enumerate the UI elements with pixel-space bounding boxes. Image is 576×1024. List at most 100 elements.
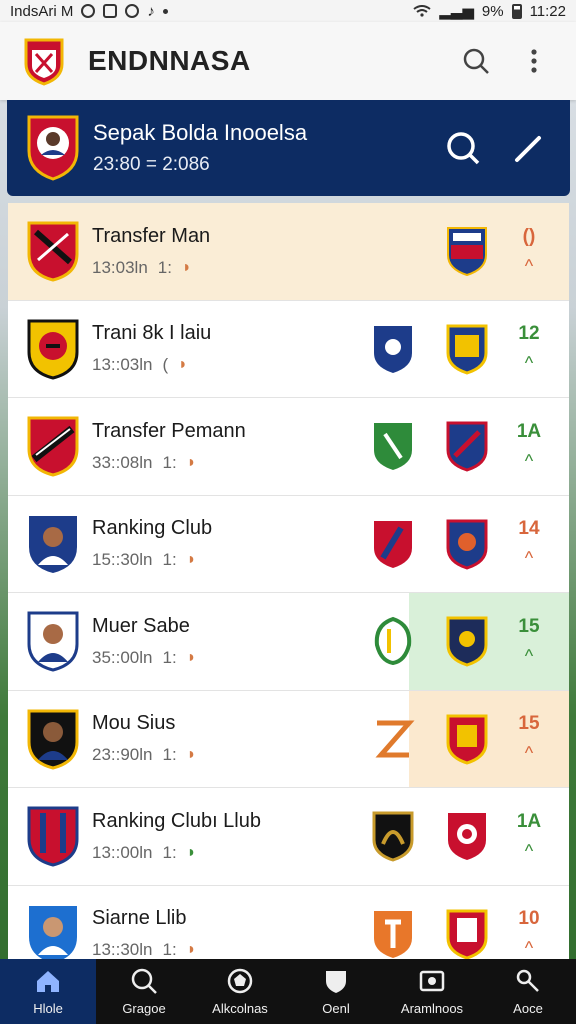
list-item[interactable]: Transfer Man 13:03ln 1: ◗ () ^: [8, 203, 569, 301]
club-crest-icon: [27, 416, 79, 477]
search-icon: [447, 132, 480, 165]
team-crest-icon: [446, 909, 488, 959]
item-count: 1:: [157, 257, 172, 277]
item-score: 1A: [516, 420, 542, 442]
signal-icon: ▂▃▅: [439, 3, 474, 20]
flame-icon: ◗: [181, 258, 192, 276]
list-item[interactable]: Mou Sius 23::90ln 1: ◗ 15 ^: [8, 690, 569, 788]
club-crest-icon: [27, 221, 79, 282]
list-item[interactable]: Ranking Clubı Llub 13::00ln 1: ◗ 1A ^: [8, 788, 569, 886]
team-crest-icon: [375, 720, 415, 758]
league-header-card[interactable]: Sepak Bolda Inooelsa 23:80 = 2:086: [7, 100, 570, 196]
flame-icon: ◗: [186, 746, 197, 764]
more-vert-icon: [531, 49, 537, 73]
header-edit-button[interactable]: [506, 125, 552, 171]
item-score: 15: [518, 713, 540, 735]
flame-icon: ◗: [186, 453, 197, 471]
list-item[interactable]: Siarne Llib 13::30ln 1: ◗ 10 ^: [8, 885, 569, 959]
team-crest-icon: [372, 811, 414, 862]
player-avatar-icon: [29, 905, 77, 959]
nav-gallery[interactable]: Aramlnoos: [384, 959, 480, 1024]
club-crest-icon: [27, 319, 79, 380]
bottom-navigation: Hlole Gragoe Alkcolnas Oenl Aramlnoos Ao…: [0, 959, 576, 1024]
app-notification-icon: [103, 4, 118, 18]
nav-label: Oenl: [322, 1001, 350, 1016]
item-time: 35::00ln: [92, 647, 153, 667]
team-crest-icon: [448, 813, 486, 861]
more-options-button[interactable]: [514, 41, 554, 81]
nav-label: Alkcolnas: [212, 1001, 268, 1016]
player-avatar-icon: [29, 515, 77, 573]
player-avatar-icon: [27, 709, 79, 770]
team-crest-icon: [446, 324, 488, 375]
team-crest-icon: [446, 519, 488, 570]
team-crest-icon: [447, 227, 487, 277]
team-crest-icon: [374, 617, 412, 666]
sync-icon: [125, 4, 140, 18]
item-score: 12: [518, 323, 540, 345]
team-crest-icon: [374, 325, 412, 373]
music-icon: ♪: [147, 2, 155, 20]
nav-matches[interactable]: Alkcolnas: [192, 959, 288, 1024]
notification-icon: [81, 4, 96, 18]
item-time: 13::30ln: [92, 940, 153, 959]
battery-text: 9%: [481, 2, 504, 20]
search-icon: [131, 968, 157, 994]
nav-label: Hlole: [33, 1001, 63, 1016]
item-title: Trani 8k I laiu: [92, 322, 212, 345]
team-crest-icon: [374, 423, 412, 471]
league-subtitle: 23:80 = 2:086: [93, 154, 210, 175]
search-icon: [463, 48, 489, 74]
home-icon: [37, 971, 59, 992]
item-time: 13::03ln: [92, 355, 153, 375]
item-count: 1:: [162, 842, 177, 862]
item-score: 10: [518, 908, 540, 930]
search-button[interactable]: [456, 41, 496, 81]
nav-clubs[interactable]: Oenl: [288, 959, 384, 1024]
item-count: 1:: [162, 940, 177, 959]
item-count: (: [162, 355, 169, 375]
nav-more[interactable]: Aoce: [480, 959, 576, 1024]
list-item[interactable]: Trani 8k I laiu 13::03ln (◗ 12 ^: [8, 300, 569, 398]
flame-icon: ◗: [186, 551, 197, 569]
app-logo-icon[interactable]: [22, 36, 66, 86]
header-search-button[interactable]: [440, 125, 486, 171]
team-crest-icon: [374, 520, 412, 568]
team-crest-icon: [374, 910, 412, 958]
list-item[interactable]: Muer Sabe 35::00ln 1: ◗ 15 ^: [8, 593, 569, 691]
trend-up-icon: ^: [524, 255, 534, 276]
item-count: 1:: [162, 550, 177, 570]
club-crest-icon: [27, 806, 79, 867]
item-time: 15::30ln: [92, 550, 153, 570]
nav-home[interactable]: Hlole: [0, 959, 96, 1024]
item-title: Muer Sabe: [92, 614, 190, 637]
item-count: 1:: [162, 745, 177, 765]
item-score: (): [522, 225, 536, 247]
trend-up-icon: ^: [524, 548, 534, 569]
wifi-icon: [413, 5, 431, 17]
item-title: Transfer Pemann: [92, 419, 246, 442]
item-time: 33::08ln: [92, 452, 153, 472]
dot-icon: [162, 8, 168, 14]
list-item[interactable]: Transfer Pemann 33::08ln 1: ◗ 1A ^: [8, 398, 569, 496]
trend-up-icon: ^: [524, 743, 534, 764]
item-title: Transfer Man: [92, 224, 211, 247]
pencil-icon: [515, 136, 541, 162]
league-crest-icon: [27, 115, 79, 181]
flame-icon: ◗: [186, 648, 197, 666]
team-crest-icon: [446, 616, 488, 667]
shield-icon: [326, 971, 346, 993]
list-item[interactable]: Ranking Club 15::30ln 1: ◗ 14 ^: [8, 495, 569, 593]
app-title: ENDNNASA: [88, 45, 251, 76]
trend-up-icon: ^: [524, 938, 534, 959]
flame-icon: ◗: [186, 941, 197, 959]
nav-search[interactable]: Gragoe: [96, 959, 192, 1024]
trend-up-icon: ^: [524, 353, 534, 374]
battery-icon: [511, 3, 522, 19]
item-time: 23::90ln: [92, 745, 153, 765]
team-crest-icon: [446, 714, 488, 765]
item-score: 14: [518, 518, 540, 540]
ball-icon: [227, 968, 253, 994]
item-time: 13::00ln: [92, 842, 153, 862]
item-time: 13:03ln: [92, 257, 148, 277]
